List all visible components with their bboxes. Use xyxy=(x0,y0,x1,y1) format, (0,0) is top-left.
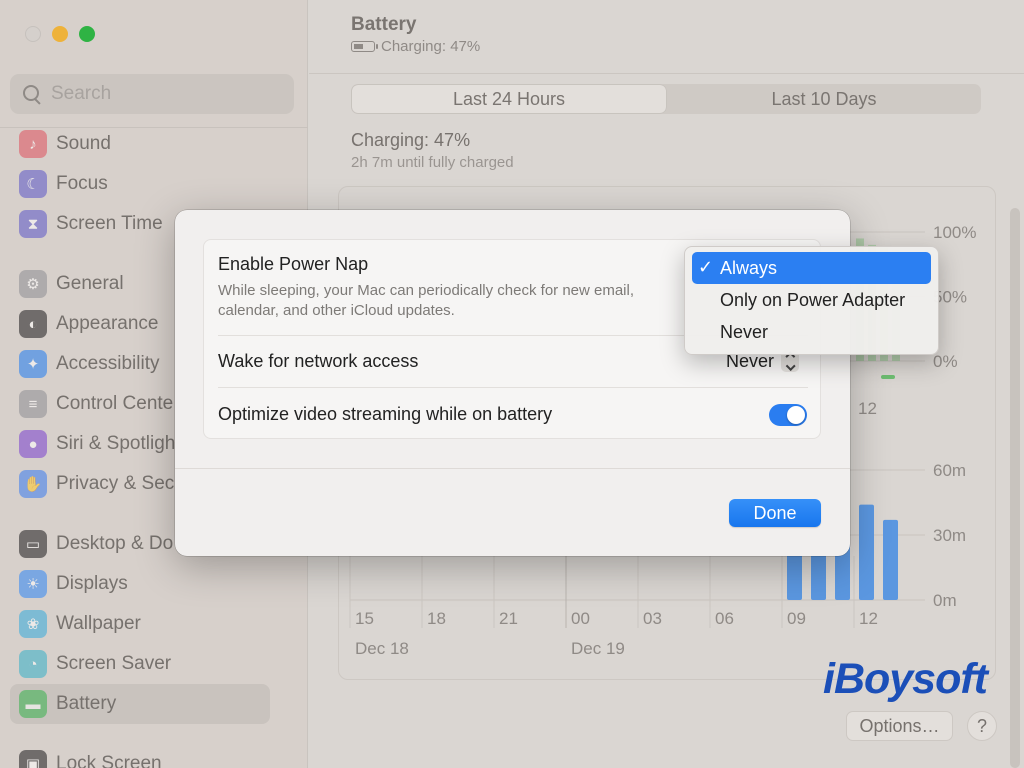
power-nap-dropdown-menu: ✓ Always Only on Power Adapter Never xyxy=(684,246,939,355)
menu-item-only-on-power-adapter[interactable]: Only on Power Adapter xyxy=(692,284,931,316)
date-label: Dec 18 xyxy=(355,639,409,658)
main-scrollbar[interactable] xyxy=(1010,208,1020,768)
menu-item-label: Only on Power Adapter xyxy=(720,289,906,310)
power-nap-description: While sleeping, your Mac can periodicall… xyxy=(218,282,635,319)
options-button[interactable]: Options… xyxy=(846,711,953,741)
help-button[interactable]: ? xyxy=(967,711,997,741)
video-streaming-toggle[interactable] xyxy=(769,404,807,426)
row-divider xyxy=(218,387,808,388)
menu-item-always[interactable]: ✓ Always xyxy=(692,252,931,284)
video-streaming-label: Optimize video streaming while on batter… xyxy=(218,404,553,424)
usage-bar xyxy=(883,519,898,600)
x-tick-label: 21 xyxy=(499,609,518,628)
menu-item-label: Never xyxy=(720,321,769,342)
x-tick-label: 15 xyxy=(355,609,374,628)
menu-item-label: Always xyxy=(720,257,778,278)
usage-bar xyxy=(859,504,874,600)
y-tick-label: 100% xyxy=(933,223,976,242)
x-tick-label: 00 xyxy=(571,609,590,628)
toggle-knob xyxy=(787,406,805,424)
x-tick-label: 12 xyxy=(859,609,878,628)
y-tick-label: 0% xyxy=(933,352,958,371)
done-button[interactable]: Done xyxy=(729,499,821,527)
y-tick-label: 30m xyxy=(933,526,966,545)
checkmark-icon: ✓ xyxy=(698,257,714,277)
x-tick-label: 09 xyxy=(787,609,806,628)
x-tick-label: 06 xyxy=(715,609,734,628)
x-tick-label: 03 xyxy=(643,609,662,628)
date-label: Dec 19 xyxy=(571,639,625,658)
video-streaming-row: Optimize video streaming while on batter… xyxy=(218,404,808,425)
menu-item-never[interactable]: Never xyxy=(692,316,931,348)
y-tick-label: 0m xyxy=(933,591,957,610)
x-tick-label: 18 xyxy=(427,609,446,628)
sheet-footer-divider xyxy=(175,468,850,469)
x-tick-label: 12 xyxy=(858,399,877,418)
y-tick-label: 60m xyxy=(933,461,966,480)
iboysoft-watermark: iBoysoft xyxy=(823,655,988,703)
charging-indicator xyxy=(881,375,895,379)
